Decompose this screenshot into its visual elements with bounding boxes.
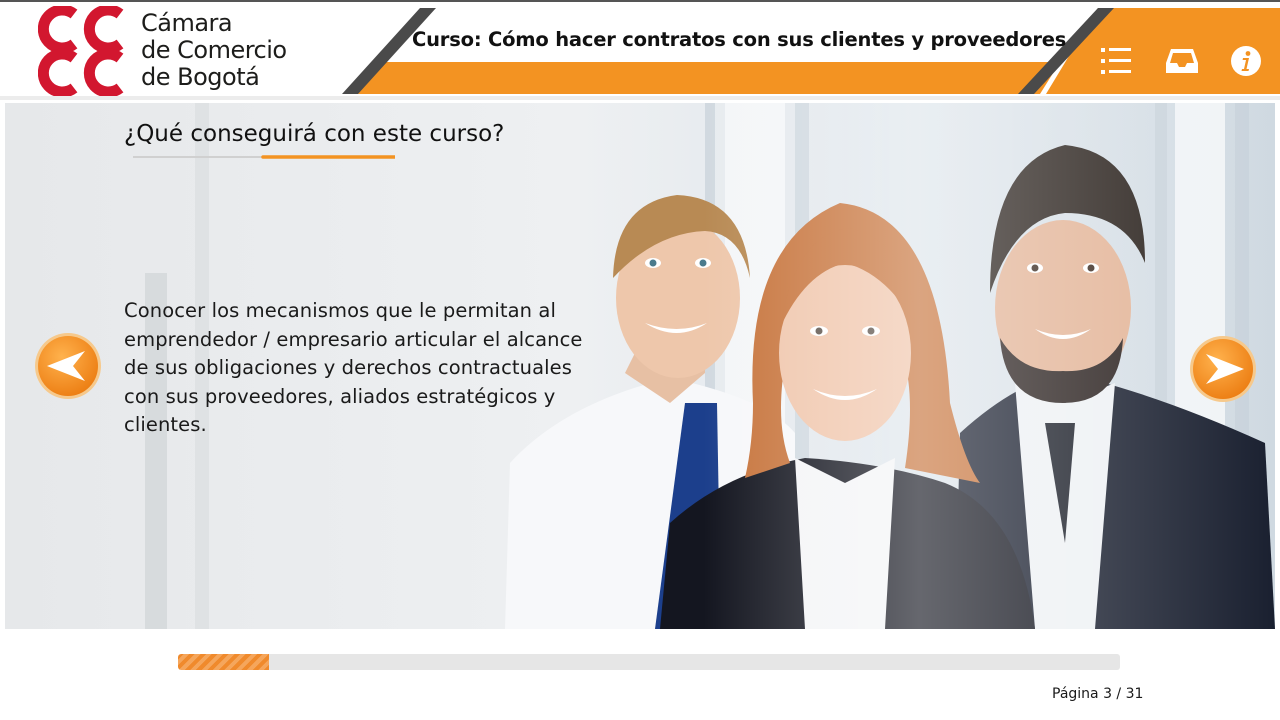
menu-button[interactable]	[1096, 42, 1136, 80]
progress-bar	[178, 654, 1120, 670]
header: Cámara de Comercio de Bogotá Curso: Cómo…	[0, 0, 1280, 100]
course-title: Curso: Cómo hacer contratos con sus clie…	[412, 28, 1067, 51]
slide-content: ¿Qué conseguirá con este curso? Conocer …	[5, 103, 1275, 629]
logo-mark-icon	[38, 6, 124, 96]
logo-line-3: de Bogotá	[141, 63, 260, 91]
next-button[interactable]	[1188, 334, 1258, 404]
list-menu-icon	[1101, 48, 1131, 74]
logo: Cámara de Comercio de Bogotá	[38, 6, 318, 96]
info-icon	[1231, 46, 1261, 76]
arrow-right-icon	[1190, 336, 1256, 402]
info-button[interactable]	[1226, 42, 1266, 80]
page-indicator: Página 3 / 31	[1052, 686, 1144, 702]
progress-bar-fill	[178, 654, 270, 670]
logo-wordmark: Cámara de Comercio de Bogotá	[141, 10, 287, 91]
slide-heading: ¿Qué conseguirá con este curso?	[124, 121, 505, 147]
inbox-button[interactable]	[1162, 42, 1202, 80]
slide-body-text: Conocer los mecanismos que le permitan a…	[124, 299, 583, 436]
heading-underline	[133, 155, 395, 159]
inbox-tray-icon	[1166, 49, 1198, 73]
arrow-left-icon	[35, 333, 101, 399]
logo-line-2: de Comercio	[141, 36, 287, 64]
logo-line-1: Cámara	[141, 9, 233, 37]
previous-button[interactable]	[33, 331, 103, 401]
